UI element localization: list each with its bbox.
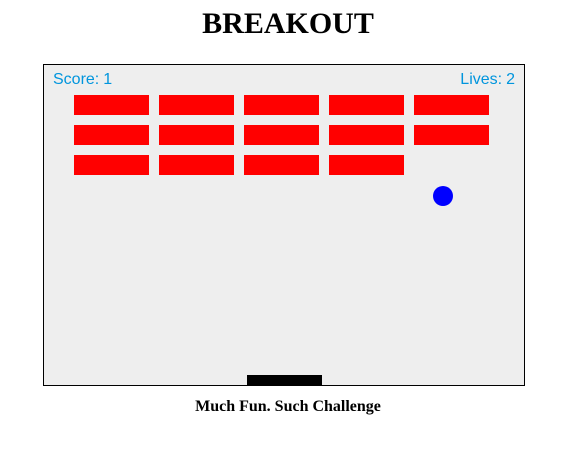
ball [433, 186, 453, 206]
brick [159, 95, 234, 115]
brick [74, 95, 149, 115]
score-label: Score: [53, 71, 100, 88]
brick [329, 95, 404, 115]
brick [244, 95, 319, 115]
lives-display: Lives: 2 [460, 71, 515, 89]
lives-label: Lives: [460, 71, 503, 88]
brick [414, 125, 489, 145]
brick [244, 155, 319, 175]
brick [329, 155, 404, 175]
score-display: Score: 1 [53, 71, 112, 89]
game-canvas[interactable]: Score: 1 Lives: 2 [43, 64, 525, 386]
brick [159, 155, 234, 175]
brick [74, 125, 149, 145]
game-title: BREAKOUT [202, 7, 374, 40]
score-value: 1 [103, 71, 113, 88]
brick [414, 95, 489, 115]
brick [329, 125, 404, 145]
tagline: Much Fun. Such Challenge [195, 398, 381, 415]
paddle[interactable] [247, 375, 322, 385]
lives-value: 2 [506, 71, 515, 88]
brick [244, 125, 319, 145]
brick [159, 125, 234, 145]
brick [74, 155, 149, 175]
